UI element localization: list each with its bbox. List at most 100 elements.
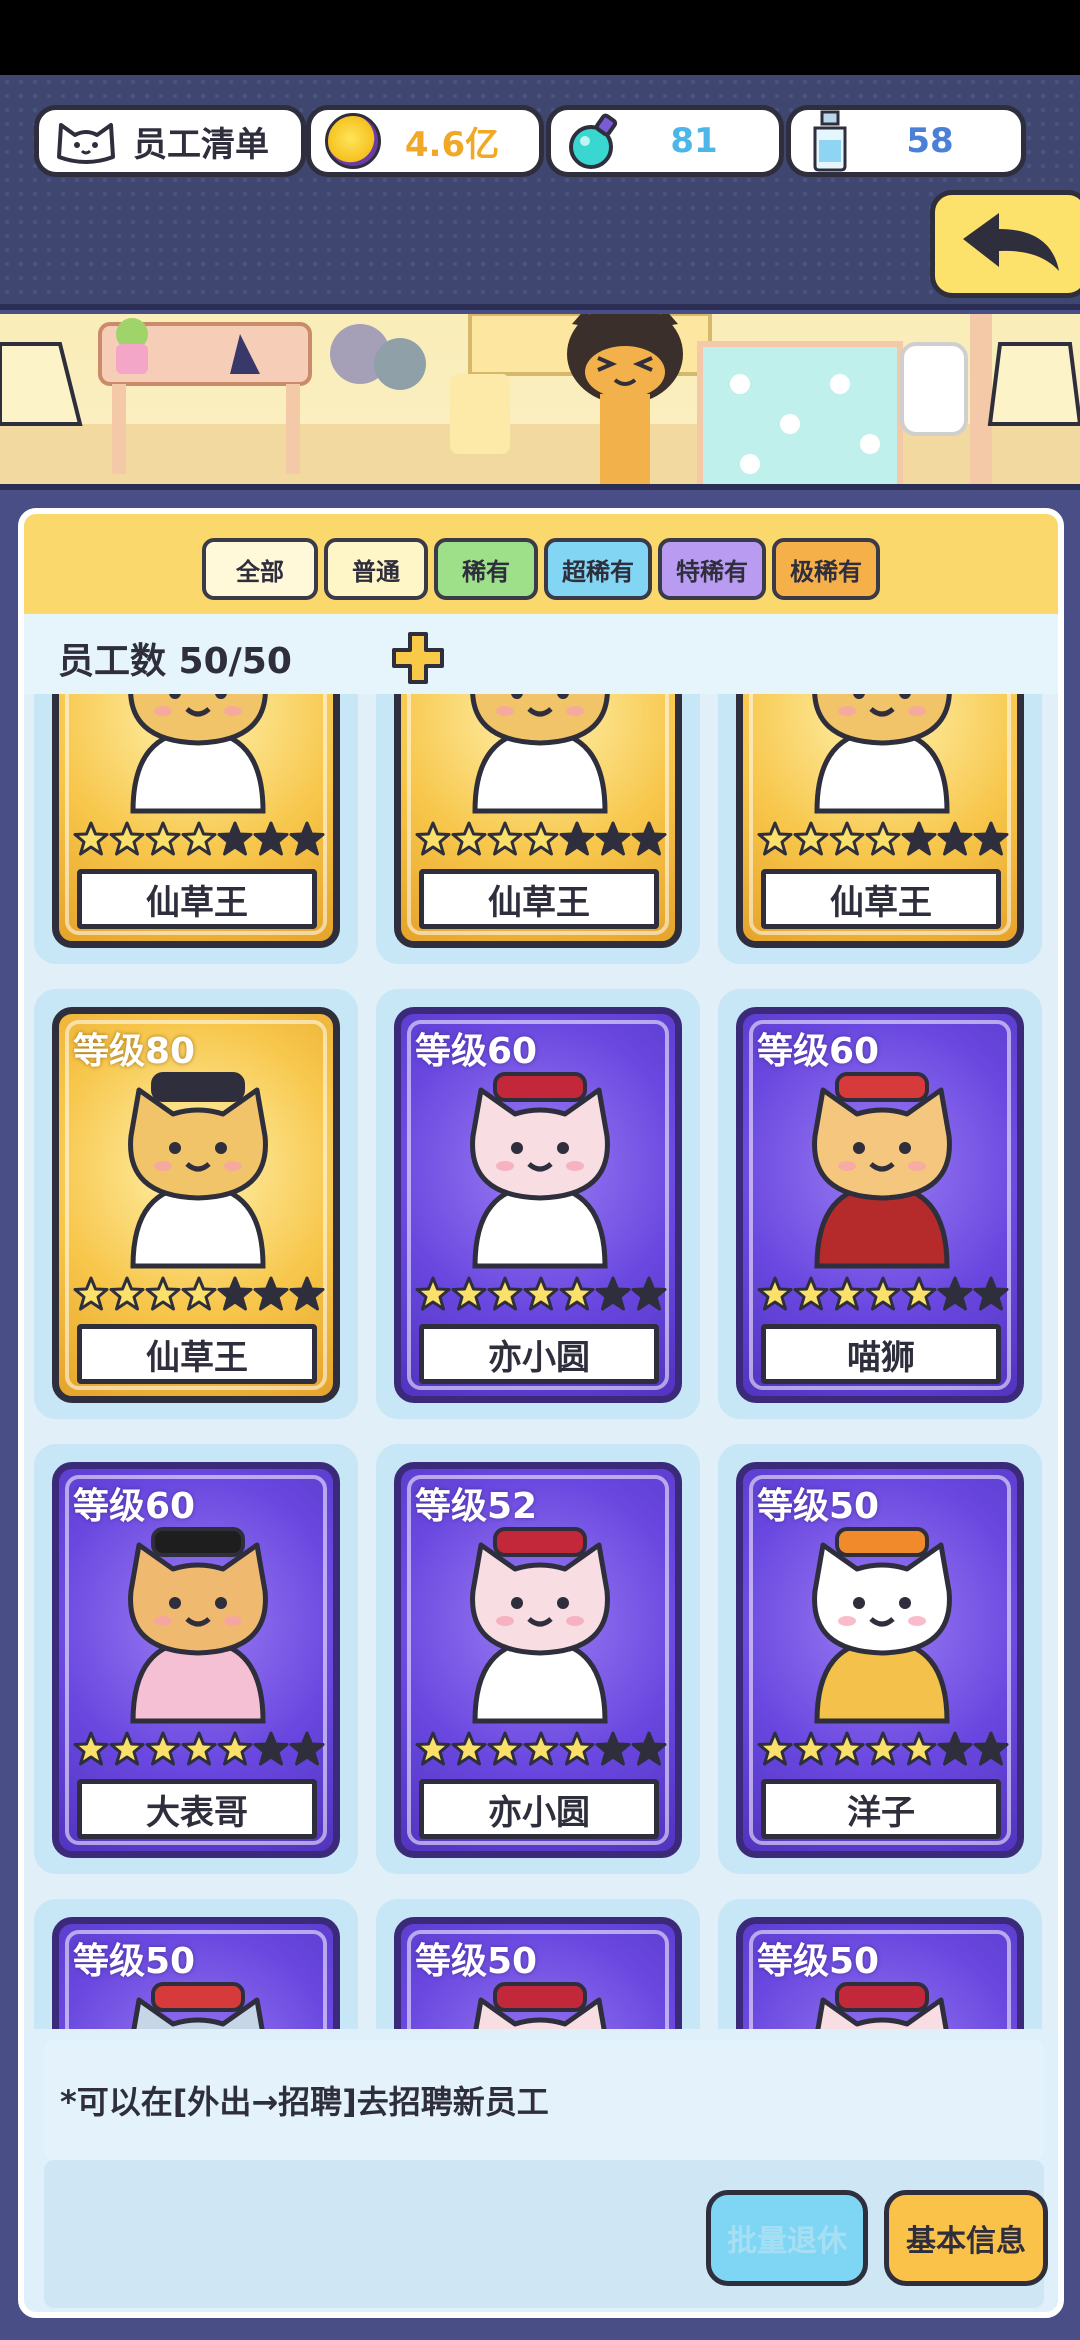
star-filled-icon — [217, 1731, 253, 1771]
level-label: 等级60 — [73, 1486, 196, 1527]
star-filled-icon — [757, 1276, 793, 1316]
add-staff-icon[interactable] — [390, 630, 446, 686]
level-label: 等级50 — [415, 1941, 538, 1982]
cat-portrait — [435, 1066, 645, 1280]
star-filled-icon — [145, 1276, 181, 1316]
star-empty-icon — [217, 1276, 253, 1316]
star-empty-icon — [631, 1731, 667, 1771]
staff-card-cell[interactable]: 等级50 — [376, 1899, 700, 2029]
star-filled-icon — [415, 1731, 451, 1771]
star-rating — [757, 821, 1009, 861]
staff-card[interactable]: 等级60 喵狮 — [736, 1007, 1024, 1403]
staff-card-cell[interactable]: 等级50 — [34, 1899, 358, 2029]
batch-retire-button[interactable]: 批量退休 — [706, 2190, 868, 2286]
star-filled-icon — [865, 1276, 901, 1316]
star-empty-icon — [595, 1731, 631, 1771]
staff-card-cell[interactable]: 等级50 — [718, 1899, 1042, 2029]
star-empty-icon — [631, 821, 667, 861]
staff-card[interactable]: 仙草王 — [736, 694, 1024, 948]
staff-card[interactable]: 等级52 亦小圆 — [394, 1462, 682, 1858]
tab-common[interactable]: 普通 — [324, 538, 428, 600]
staff-card-cell[interactable]: 等级80 仙草王 — [34, 989, 358, 1419]
potion-icon — [569, 113, 618, 169]
back-button[interactable] — [930, 190, 1080, 298]
star-empty-icon — [253, 1276, 289, 1316]
star-filled-icon — [523, 1276, 559, 1316]
star-filled-icon — [829, 1276, 865, 1316]
staff-card-cell[interactable]: 仙草王 — [376, 694, 700, 964]
level-label: 等级50 — [757, 1486, 880, 1527]
star-empty-icon — [289, 1731, 325, 1771]
star-filled-icon — [523, 1731, 559, 1771]
staff-card[interactable]: 等级80 仙草王 — [52, 1007, 340, 1403]
potion-pill[interactable]: 81 — [546, 105, 784, 177]
star-filled-icon — [451, 1276, 487, 1316]
bottle-pill[interactable]: 58 — [786, 105, 1026, 177]
star-filled-icon — [109, 1276, 145, 1316]
cat-portrait — [777, 1066, 987, 1280]
staff-count-row: 员工数 50/50 — [24, 614, 1058, 694]
tab-super-rare[interactable]: 超稀有 — [544, 538, 652, 600]
star-empty-icon — [973, 821, 1009, 861]
level-label: 等级50 — [73, 1941, 196, 1982]
star-empty-icon — [937, 1731, 973, 1771]
coin-icon — [325, 113, 381, 169]
star-filled-icon — [793, 1276, 829, 1316]
tab-all[interactable]: 全部 — [202, 538, 318, 600]
tab-ultra-rare[interactable]: 极稀有 — [772, 538, 880, 600]
staff-card[interactable]: 仙草王 — [52, 694, 340, 948]
staff-card[interactable]: 仙草王 — [394, 694, 682, 948]
staff-card[interactable]: 等级50 洋子 — [736, 1462, 1024, 1858]
staff-card[interactable]: 等级60 大表哥 — [52, 1462, 340, 1858]
staff-name: 亦小圆 — [419, 1324, 659, 1384]
staff-card-cell[interactable]: 等级60 亦小圆 — [376, 989, 700, 1419]
staff-card[interactable]: 等级60 亦小圆 — [394, 1007, 682, 1403]
staff-card-cell[interactable]: 等级52 亦小圆 — [376, 1444, 700, 1874]
staff-card-cell[interactable]: 仙草王 — [34, 694, 358, 964]
star-rating — [73, 821, 325, 861]
staff-card-cell[interactable]: 仙草王 — [718, 694, 1042, 964]
star-empty-icon — [631, 1276, 667, 1316]
star-rating — [73, 1276, 325, 1316]
star-rating — [757, 1731, 1009, 1771]
star-empty-icon — [973, 1731, 1009, 1771]
status-bar — [0, 0, 1080, 75]
tab-special-rare[interactable]: 特稀有 — [658, 538, 766, 600]
staff-card[interactable]: 等级50 — [394, 1917, 682, 2029]
cat-portrait — [93, 1521, 303, 1735]
coin-pill[interactable]: 4.6亿 — [306, 105, 544, 177]
star-empty-icon — [559, 821, 595, 861]
star-filled-icon — [487, 1276, 523, 1316]
star-filled-icon — [559, 1731, 595, 1771]
star-filled-icon — [757, 821, 793, 861]
basic-info-button[interactable]: 基本信息 — [884, 2190, 1048, 2286]
star-filled-icon — [181, 821, 217, 861]
staff-card[interactable]: 等级50 — [736, 1917, 1024, 2029]
staff-panel: 全部 普通 稀有 超稀有 特稀有 极稀有 员工数 50/50 仙草王 仙草王 仙草王… — [18, 508, 1064, 2318]
staff-card-cell[interactable]: 等级60 喵狮 — [718, 989, 1042, 1419]
star-filled-icon — [73, 821, 109, 861]
star-empty-icon — [253, 821, 289, 861]
star-empty-icon — [289, 821, 325, 861]
star-filled-icon — [793, 821, 829, 861]
cat-portrait — [93, 1066, 303, 1280]
rarity-filter-bar: 全部 普通 稀有 超稀有 特稀有 极稀有 — [24, 514, 1058, 614]
cat-portrait — [777, 1521, 987, 1735]
star-empty-icon — [253, 1731, 289, 1771]
staff-name: 仙草王 — [419, 869, 659, 929]
staff-name: 亦小圆 — [419, 1779, 659, 1839]
star-filled-icon — [451, 821, 487, 861]
room-illustration — [0, 314, 1080, 484]
tab-rare[interactable]: 稀有 — [434, 538, 538, 600]
star-empty-icon — [937, 821, 973, 861]
star-filled-icon — [487, 821, 523, 861]
star-empty-icon — [289, 1276, 325, 1316]
staff-list-pill[interactable]: 员工清单 — [34, 105, 306, 177]
star-empty-icon — [595, 821, 631, 861]
staff-card-cell[interactable]: 等级60 大表哥 — [34, 1444, 358, 1874]
staff-name: 仙草王 — [761, 869, 1001, 929]
staff-card-cell[interactable]: 等级50 洋子 — [718, 1444, 1042, 1874]
star-filled-icon — [109, 821, 145, 861]
staff-card[interactable]: 等级50 — [52, 1917, 340, 2029]
cat-head-icon — [57, 123, 115, 164]
